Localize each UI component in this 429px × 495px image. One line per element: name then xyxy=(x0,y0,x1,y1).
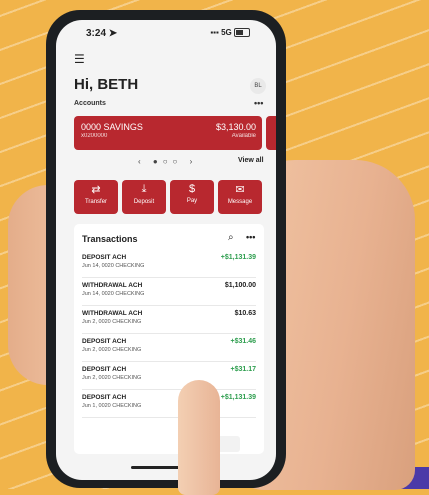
transaction-description: WITHDRAWAL ACH xyxy=(82,310,143,317)
signal-icon: ▪▪▪ xyxy=(210,28,219,37)
account-number: x0200000 xyxy=(81,133,108,139)
message-label: Message xyxy=(227,199,253,205)
quick-actions: ⇄ Transfer ⤓ Deposit $ Pay ✉ Message xyxy=(74,180,264,214)
avatar[interactable]: BL xyxy=(250,78,266,94)
page-title: Hi, BETH xyxy=(74,76,139,93)
transaction-row[interactable]: DEPOSIT ACH Jun 1, 0020 CHECKING +$1,131… xyxy=(82,390,256,418)
transactions-more-icon[interactable]: ••• xyxy=(246,232,255,242)
transaction-description: WITHDRAWAL ACH xyxy=(82,282,143,289)
status-right: ▪▪▪ 5G xyxy=(210,28,250,38)
phone-screen: 3:24 ➤ ▪▪▪ 5G ☰ Hi, BETH BL Accounts •••… xyxy=(56,20,276,480)
transaction-meta: Jun 2, 0020 CHECKING xyxy=(82,347,142,353)
deposit-button[interactable]: ⤓ Deposit xyxy=(122,180,166,214)
transaction-meta: Jun 1, 0020 CHECKING xyxy=(82,403,142,409)
transaction-meta: Jun 14, 0020 CHECKING xyxy=(82,263,145,269)
search-icon[interactable]: ⌕ xyxy=(228,232,234,243)
transaction-description: DEPOSIT ACH xyxy=(82,366,127,373)
transaction-description: DEPOSIT ACH xyxy=(82,254,127,261)
accounts-label: Accounts xyxy=(74,100,106,107)
battery-icon xyxy=(234,28,250,38)
transactions-panel: Transactions ⌕ ••• DEPOSIT ACH Jun 14, 0… xyxy=(74,224,264,454)
transaction-amount: $10.63 xyxy=(234,310,256,317)
account-pager[interactable]: ‹ ●○○ › xyxy=(138,157,197,166)
deposit-icon: ⤓ xyxy=(141,183,147,195)
status-bar: 3:24 ➤ ▪▪▪ 5G xyxy=(56,20,276,44)
transaction-meta: Jun 14, 0020 CHECKING xyxy=(82,291,145,297)
message-button[interactable]: ✉ Message xyxy=(218,180,262,214)
index-finger xyxy=(178,380,220,495)
account-balance-label: Available xyxy=(231,133,256,139)
transaction-amount: +$1,131.39 xyxy=(220,394,256,401)
account-balance: $3,130.00 xyxy=(215,122,256,132)
transaction-description: DEPOSIT ACH xyxy=(82,394,127,401)
transaction-row[interactable]: DEPOSIT ACH Jun 2, 0020 CHECKING +$31.17 xyxy=(82,362,256,390)
transaction-row[interactable]: DEPOSIT ACH Jun 2, 0020 CHECKING +$31.46 xyxy=(82,334,256,362)
view-all-link[interactable]: View all xyxy=(238,157,264,164)
deposit-label: Deposit xyxy=(133,199,155,205)
transaction-amount: +$31.17 xyxy=(230,366,257,373)
account-card-savings[interactable]: 0000 SAVINGS x0200000 $3,130.00 Availabl… xyxy=(74,116,262,150)
status-time: 3:24 ➤ xyxy=(86,28,118,39)
pay-label: Pay xyxy=(186,198,198,204)
message-icon: ✉ xyxy=(235,184,245,196)
transaction-meta: Jun 2, 0020 CHECKING xyxy=(82,319,142,325)
transaction-amount: $1,100.00 xyxy=(224,282,256,289)
transaction-amount: +$31.46 xyxy=(230,338,257,345)
transfer-button[interactable]: ⇄ Transfer xyxy=(74,180,118,214)
transactions-title: Transactions xyxy=(82,234,138,244)
transaction-amount: +$1,131.39 xyxy=(220,254,256,261)
pay-button[interactable]: $ Pay xyxy=(170,180,214,214)
transfer-icon: ⇄ xyxy=(91,184,101,196)
account-name: 0000 SAVINGS xyxy=(81,122,143,132)
network-label: 5G xyxy=(221,28,232,37)
transaction-row[interactable]: DEPOSIT ACH Jun 14, 0020 CHECKING +$1,13… xyxy=(82,250,256,278)
transaction-description: DEPOSIT ACH xyxy=(82,338,127,345)
transfer-label: Transfer xyxy=(84,199,108,205)
transaction-meta: Jun 2, 0020 CHECKING xyxy=(82,375,142,381)
transaction-row[interactable]: WITHDRAWAL ACH Jun 2, 0020 CHECKING $10.… xyxy=(82,306,256,334)
hamburger-menu-icon[interactable]: ☰ xyxy=(74,52,85,66)
accounts-more-icon[interactable]: ••• xyxy=(254,98,263,108)
pay-icon: $ xyxy=(188,183,196,195)
transaction-row[interactable]: WITHDRAWAL ACH Jun 14, 0020 CHECKING $1,… xyxy=(82,278,256,306)
account-card-next-peek[interactable] xyxy=(266,116,276,150)
